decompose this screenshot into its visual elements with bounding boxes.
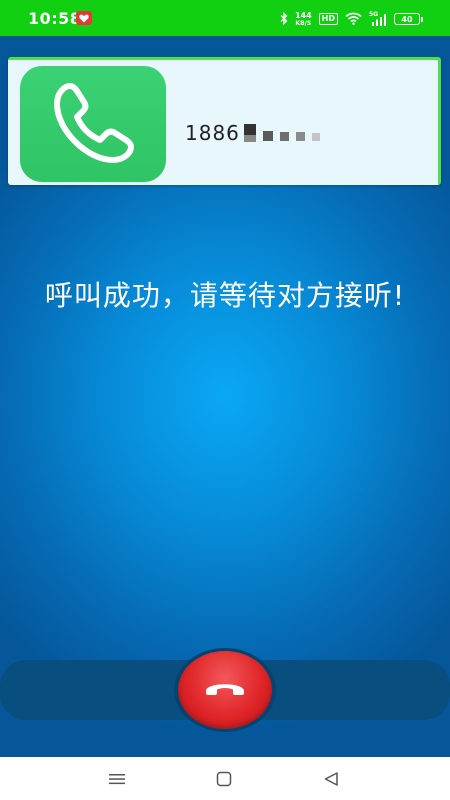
phone-handset-icon xyxy=(20,66,166,182)
call-screen: 10:58 144 KB/S HD 5G 40 1886 呼叫成功，请等待对方接… xyxy=(0,0,450,800)
network-speed-unit: KB/S xyxy=(295,19,312,27)
status-icons: 144 KB/S HD 5G 40 xyxy=(280,9,423,29)
back-triangle-icon[interactable] xyxy=(320,769,342,789)
signal-bars-icon: 5G xyxy=(369,11,387,26)
redacted-digits xyxy=(279,132,289,141)
battery-icon: 40 xyxy=(394,13,423,25)
hd-badge: HD xyxy=(318,13,338,25)
heart-app-icon xyxy=(76,11,92,25)
redacted-digits xyxy=(243,124,256,142)
status-bar: 10:58 144 KB/S HD 5G 40 xyxy=(0,0,450,36)
caller-number-text: 1886 xyxy=(185,121,240,145)
network-speed: 144 KB/S xyxy=(294,10,312,27)
network-speed-value: 144 xyxy=(294,10,312,20)
hangup-phone-icon xyxy=(203,678,247,702)
hangup-button[interactable] xyxy=(178,651,272,729)
caller-card: 1886 xyxy=(8,57,441,185)
caller-number: 1886 xyxy=(185,121,320,145)
status-time: 10:58 xyxy=(28,9,82,28)
bluetooth-icon xyxy=(280,10,288,29)
redacted-digits xyxy=(311,132,320,141)
battery-level: 40 xyxy=(401,14,413,24)
navigation-bar xyxy=(0,757,450,800)
home-square-icon[interactable] xyxy=(213,769,235,789)
wifi-icon xyxy=(345,10,362,29)
call-status-message: 呼叫成功，请等待对方接听! xyxy=(44,279,406,312)
call-area: 1886 呼叫成功，请等待对方接听! xyxy=(0,36,450,757)
menu-icon[interactable] xyxy=(106,769,128,789)
redacted-digits xyxy=(262,131,273,141)
redacted-digits xyxy=(295,132,305,141)
